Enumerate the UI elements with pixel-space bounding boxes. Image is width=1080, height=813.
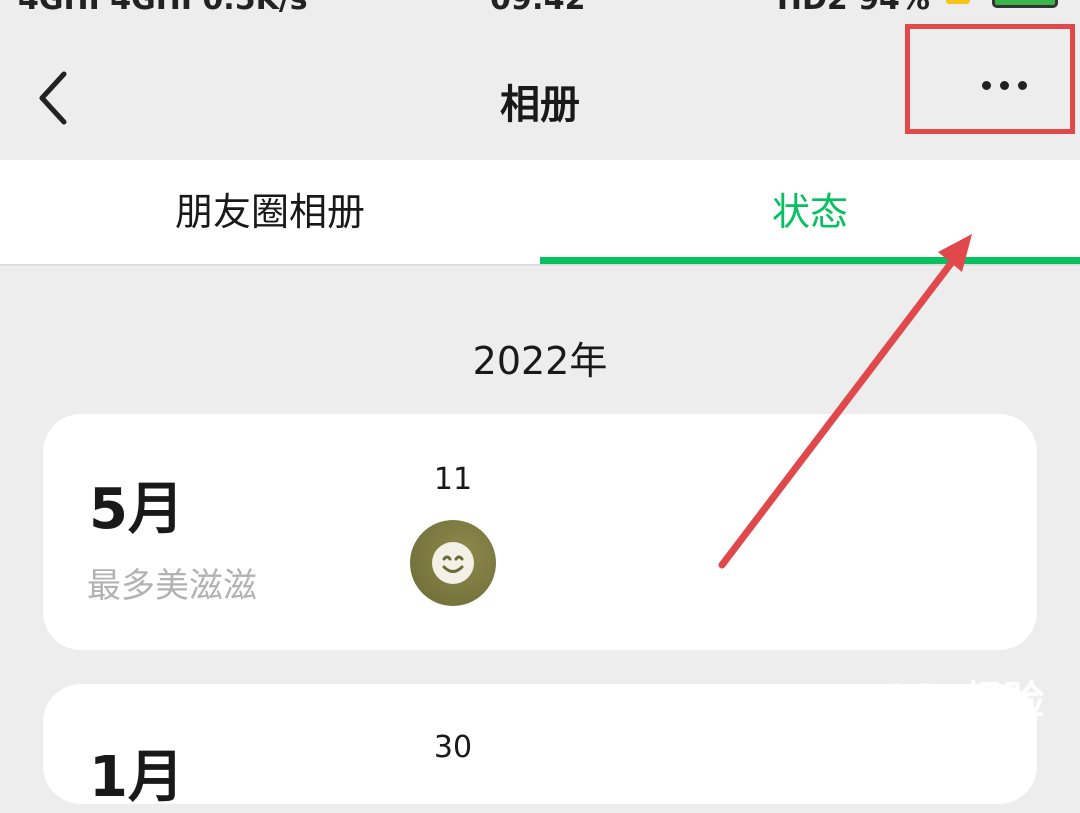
month-label: 1月 — [89, 745, 184, 810]
active-tab-indicator — [540, 257, 1080, 264]
timeline-card[interactable]: 5月 最多美滋滋 11 — [43, 414, 1037, 650]
charging-icon — [946, 0, 970, 4]
signal-battery-status: HD2 94% — [777, 0, 930, 17]
watermark: Baidu经验 jingyan.baidu.com — [830, 668, 1050, 752]
more-button[interactable] — [905, 24, 1075, 134]
day-label: 11 — [433, 462, 473, 497]
smile-status-icon[interactable] — [410, 520, 496, 606]
more-horizontal-icon — [982, 75, 1036, 94]
battery-icon — [992, 0, 1058, 8]
month-label: 5月 — [89, 477, 184, 542]
tab-bar: 朋友圈相册 状态 — [0, 160, 1080, 266]
tab-moments-album[interactable]: 朋友圈相册 — [0, 160, 540, 264]
tab-status[interactable]: 状态 — [540, 160, 1080, 264]
nav-bar: 相册 — [0, 24, 1080, 160]
watermark-brand: Baidu经验 — [830, 678, 1046, 724]
network-status: 4GHI 4GHI 0.5K/s — [18, 0, 308, 17]
year-heading: 2022年 — [472, 339, 608, 383]
status-bar: 4GHI 4GHI 0.5K/s 09:42 HD2 94% — [0, 0, 1080, 18]
watermark-url: jingyan.baidu.com — [830, 728, 1032, 752]
status-text: 最多美滋滋 — [87, 566, 257, 606]
clock: 09:42 — [490, 0, 586, 17]
